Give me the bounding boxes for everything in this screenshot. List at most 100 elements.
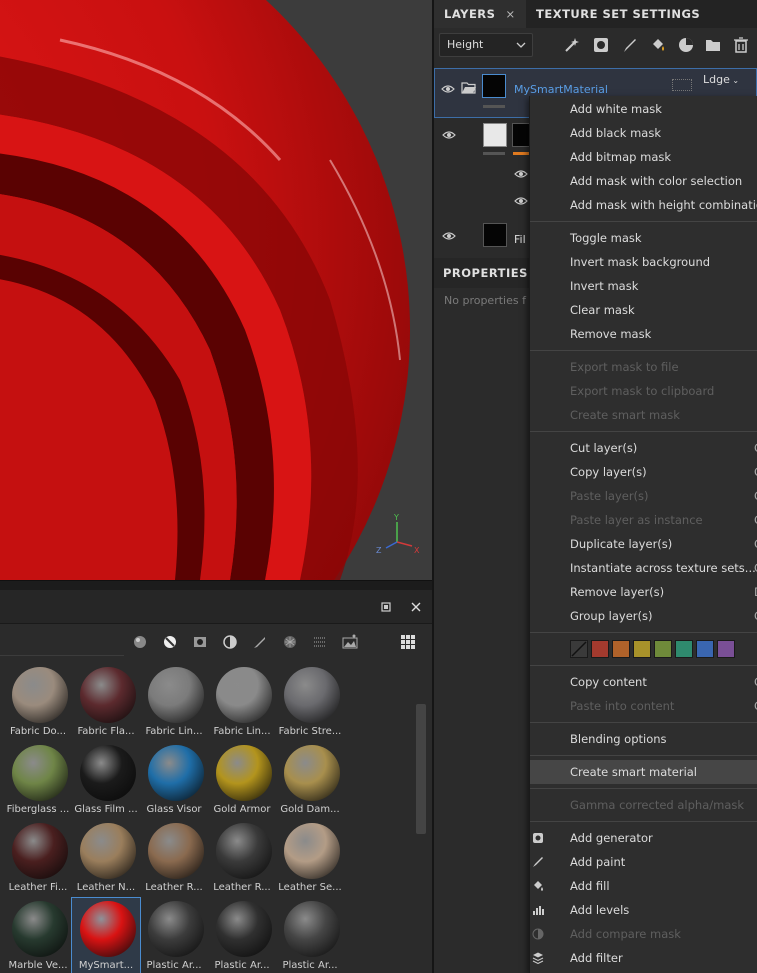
color-tag-swatch[interactable]: [612, 640, 630, 658]
menu-item-add-fill[interactable]: Add fill: [530, 874, 757, 898]
color-tag-swatch[interactable]: [717, 640, 735, 658]
material-label: Gold Armor: [213, 804, 271, 815]
sub-visibility-eye-icon[interactable]: [514, 169, 528, 179]
material-thumbnail[interactable]: Fabric Do...: [4, 664, 72, 740]
menu-item-invert-mask-background[interactable]: Invert mask background: [530, 250, 757, 274]
material-thumbnail[interactable]: Gold Dam...: [276, 742, 344, 818]
material-thumbnail[interactable]: Marble Ve...: [4, 898, 72, 973]
material-thumbnail[interactable]: Leather Se...: [276, 820, 344, 896]
add-effect-icon[interactable]: [563, 36, 581, 54]
axis-gizmo: Y X Z: [374, 510, 424, 560]
material-thumbnail[interactable]: Fabric Stre...: [276, 664, 344, 740]
environments-filter-icon[interactable]: [341, 633, 359, 651]
tab-layers[interactable]: LAYERS ×: [434, 0, 526, 28]
layer-thumbnail[interactable]: [483, 223, 507, 247]
menu-item-invert-mask[interactable]: Invert mask: [530, 274, 757, 298]
material-label: Leather Fi...: [8, 882, 68, 893]
menu-item-blending-options[interactable]: Blending options: [530, 727, 757, 751]
menu-item-group-layer-s[interactable]: Group layer(s)C: [530, 604, 757, 628]
alphas-filter-icon[interactable]: [311, 633, 329, 651]
menu-item-add-generator[interactable]: Add generator: [530, 826, 757, 850]
menu-item-add-white-mask[interactable]: Add white mask: [530, 97, 757, 121]
visibility-eye-icon[interactable]: [442, 130, 456, 140]
menu-item-clear-mask[interactable]: Clear mask: [530, 298, 757, 322]
material-preview-sphere: [12, 901, 68, 957]
material-thumbnail[interactable]: Fabric Lin...: [140, 664, 208, 740]
menu-item-remove-layer-s[interactable]: Remove layer(s)D: [530, 580, 757, 604]
menu-item-add-mask-with-color-selection[interactable]: Add mask with color selection: [530, 169, 757, 193]
material-thumbnail[interactable]: Plastic Ar...: [208, 898, 276, 973]
3d-viewport[interactable]: Y X Z: [0, 0, 432, 580]
visibility-eye-icon[interactable]: [442, 231, 456, 241]
menu-item-duplicate-layer-s[interactable]: Duplicate layer(s)C: [530, 532, 757, 556]
materials-filter-icon[interactable]: [131, 633, 149, 651]
compare-mask-icon: [532, 928, 544, 940]
color-tag-swatch[interactable]: [654, 640, 672, 658]
material-thumbnail[interactable]: Fabric Lin...: [208, 664, 276, 740]
channel-dropdown[interactable]: Height: [439, 33, 533, 57]
layer-thumbnail[interactable]: [482, 74, 506, 98]
material-thumbnail[interactable]: Plastic Ar...: [140, 898, 208, 973]
shelf-scrollbar[interactable]: [416, 704, 426, 834]
menu-item-gamma-corrected-alpha-mask: Gamma corrected alpha/mask: [530, 793, 757, 817]
horizontal-splitter[interactable]: [0, 580, 432, 590]
layer-name[interactable]: MySmartMaterial: [514, 83, 608, 96]
menu-item-copy-layer-s[interactable]: Copy layer(s)C: [530, 460, 757, 484]
menu-item-add-black-mask[interactable]: Add black mask: [530, 121, 757, 145]
folder-open-icon[interactable]: [461, 81, 477, 95]
add-paint-layer-icon[interactable]: [621, 36, 639, 54]
color-tag-swatch[interactable]: [675, 640, 693, 658]
add-folder-icon[interactable]: [704, 36, 722, 54]
tab-texture-set-settings[interactable]: TEXTURE SET SETTINGS: [526, 0, 710, 28]
layer-name[interactable]: Fil: [514, 233, 526, 246]
blend-mode-label[interactable]: Ldge ⌄: [703, 73, 739, 86]
add-mask-icon[interactable]: [592, 36, 610, 54]
close-tab-icon[interactable]: ×: [505, 0, 515, 28]
close-shelf-icon[interactable]: [408, 599, 424, 615]
material-thumbnail[interactable]: Leather R...: [208, 820, 276, 896]
menu-item-cut-layer-s[interactable]: Cut layer(s)C: [530, 436, 757, 460]
material-thumbnail[interactable]: Leather R...: [140, 820, 208, 896]
menu-item-copy-content[interactable]: Copy contentC: [530, 670, 757, 694]
menu-item-add-bitmap-mask[interactable]: Add bitmap mask: [530, 145, 757, 169]
filters-filter-icon[interactable]: [221, 633, 239, 651]
color-tag-none[interactable]: [570, 640, 588, 658]
grid-view-icon[interactable]: [399, 633, 417, 651]
float-panel-icon[interactable]: [378, 599, 394, 615]
material-preview-sphere: [12, 667, 68, 723]
menu-item-add-mask-with-height-combination[interactable]: Add mask with height combination: [530, 193, 757, 217]
material-thumbnail[interactable]: Gold Armor: [208, 742, 276, 818]
brushes-filter-icon[interactable]: [251, 633, 269, 651]
material-thumbnail[interactable]: Plastic Ar...: [276, 898, 344, 973]
menu-item-remove-mask[interactable]: Remove mask: [530, 322, 757, 346]
smart-materials-filter-icon[interactable]: [161, 633, 179, 651]
material-label: Plastic Ar...: [214, 960, 270, 971]
color-tag-swatch[interactable]: [633, 640, 651, 658]
material-label: Leather R...: [145, 882, 203, 893]
material-thumbnail[interactable]: Glass Film ...: [72, 742, 140, 818]
menu-item-add-paint[interactable]: Add paint: [530, 850, 757, 874]
delete-layer-icon[interactable]: [732, 36, 750, 54]
material-thumbnail[interactable]: Fiberglass ...: [4, 742, 72, 818]
menu-item-add-filter[interactable]: Add filter: [530, 946, 757, 970]
color-tag-swatch[interactable]: [696, 640, 714, 658]
menu-item-instantiate-across-texture-sets[interactable]: Instantiate across texture sets...C: [530, 556, 757, 580]
menu-item-label: Export mask to file: [570, 360, 679, 374]
color-tag-swatch[interactable]: [591, 640, 609, 658]
particles-filter-icon[interactable]: [281, 633, 299, 651]
add-fill-layer-icon[interactable]: [649, 36, 667, 54]
sub-visibility-eye-icon[interactable]: [514, 196, 528, 206]
visibility-eye-icon[interactable]: [441, 84, 455, 94]
material-thumbnail[interactable]: Leather Fi...: [4, 820, 72, 896]
menu-item-add-levels[interactable]: Add levels: [530, 898, 757, 922]
smart-masks-filter-icon[interactable]: [191, 633, 209, 651]
menu-item-create-smart-material[interactable]: Create smart material: [530, 760, 757, 784]
shelf-search-input[interactable]: [0, 630, 124, 656]
material-thumbnail[interactable]: Glass Visor: [140, 742, 208, 818]
add-smart-mask-icon[interactable]: [677, 36, 695, 54]
menu-item-toggle-mask[interactable]: Toggle mask: [530, 226, 757, 250]
layer-thumbnail[interactable]: [483, 123, 507, 147]
material-thumbnail[interactable]: Fabric Fla...: [72, 664, 140, 740]
material-thumbnail[interactable]: MySmart...: [71, 897, 141, 973]
material-thumbnail[interactable]: Leather N...: [72, 820, 140, 896]
